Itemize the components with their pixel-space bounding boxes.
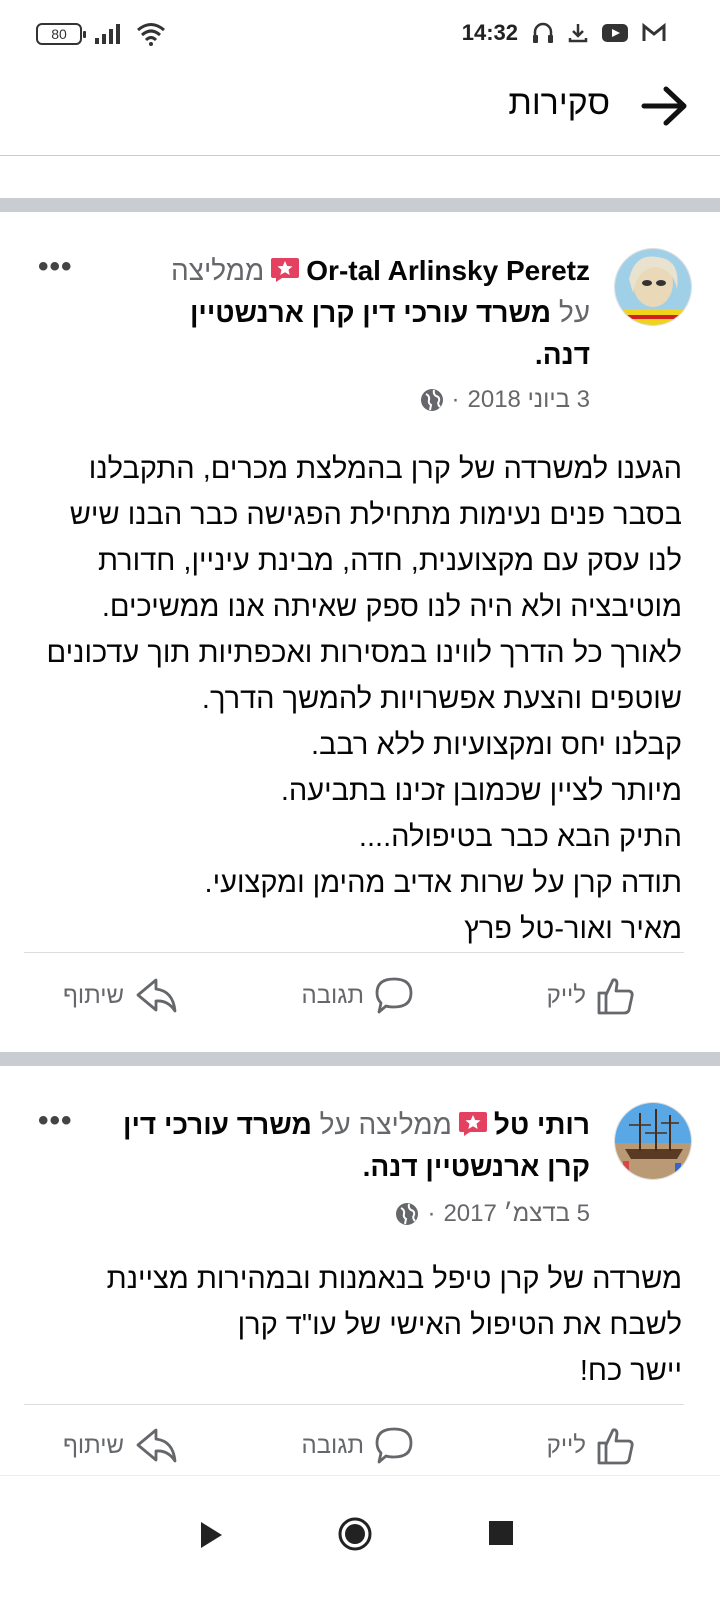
share-label: שיתוף — [62, 1432, 124, 1459]
status-bar-right-group: 14:32 — [462, 20, 666, 46]
star-badge-icon — [271, 258, 300, 282]
like-button[interactable]: לייק — [547, 976, 636, 1016]
post-body: משרדה של קרן טיפל בנאמנות ובמהירות מציינ… — [106, 1263, 682, 1387]
youtube-icon — [602, 24, 628, 42]
page-title: סקירות — [508, 84, 610, 122]
author-name[interactable]: Or-tal Arlinsky Peretz — [306, 255, 590, 286]
star-badge-icon — [458, 1112, 487, 1136]
section-divider — [0, 1052, 720, 1066]
globe-icon — [420, 389, 443, 411]
on-label: על — [558, 297, 590, 328]
comment-label: תגובה — [301, 982, 364, 1009]
avatar[interactable] — [614, 1102, 692, 1180]
status-bar-left-group: 80 — [36, 22, 166, 46]
clock: 14:32 — [461, 20, 518, 45]
home-circle-icon[interactable] — [337, 1516, 373, 1552]
gmail-icon — [642, 23, 666, 41]
headset-icon — [533, 22, 553, 43]
on-label: על — [319, 1109, 351, 1140]
recommends-label: ממליצה — [358, 1109, 452, 1140]
share-icon — [136, 1428, 177, 1463]
avatar[interactable] — [614, 248, 692, 326]
post-meta: 3 ביוני 2018 · — [420, 386, 590, 414]
download-icon — [568, 24, 588, 43]
review-post: Or-tal Arlinsky Peretz ממליצה על משרד עור… — [0, 212, 720, 1052]
signal-icon — [95, 24, 120, 44]
more-options-icon[interactable]: ••• — [38, 1104, 73, 1138]
like-label: לייק — [546, 982, 586, 1009]
page-link[interactable]: משרד עורכי דין קרן ארנשטיין דנה — [190, 297, 590, 370]
comment-button[interactable]: תגובה — [301, 976, 414, 1016]
post-actions: לייק תגובה שיתוף — [0, 1418, 720, 1478]
status-bar: 80 14:32 — [0, 0, 720, 70]
recommends-label: ממליצה — [170, 255, 265, 286]
author-name[interactable]: רותי טל — [494, 1109, 590, 1140]
battery-level: 80 — [51, 26, 67, 42]
review-post: רותי טלממליצה על משרד עורכי דין קרן ארנש… — [0, 1066, 720, 1475]
like-button[interactable]: לייק — [547, 1426, 636, 1466]
back-triangle-icon[interactable] — [198, 1520, 224, 1550]
comment-button[interactable]: תגובה — [301, 1426, 414, 1466]
post-body: הגענו למשרדה של קרן בהמלצת מכרים, התקבלנ… — [46, 453, 682, 945]
comment-icon — [375, 1427, 413, 1464]
post-header: רותי טלממליצה על משרד עורכי דין קרן ארנש… — [123, 1109, 590, 1182]
share-button[interactable]: שיתוף — [63, 976, 178, 1016]
app-header: סקירות — [0, 70, 720, 156]
system-navigation-bar — [0, 1475, 720, 1600]
post-meta: 5 בדצמ׳ 2017 · — [395, 1200, 590, 1228]
post-date[interactable]: 3 ביוני 2018 — [468, 386, 590, 414]
recents-square-icon[interactable] — [488, 1520, 514, 1546]
comment-label: תגובה — [301, 1432, 364, 1459]
comment-icon — [375, 977, 413, 1014]
post-actions: לייק תגובה שיתוף — [0, 968, 720, 1028]
arrow-right-icon[interactable] — [640, 84, 690, 128]
post-header: Or-tal Arlinsky Peretz ממליצה על משרד עור… — [170, 255, 590, 370]
battery-icon: 80 — [36, 23, 86, 45]
like-label: לייק — [546, 1432, 586, 1459]
thumbs-up-icon — [597, 978, 634, 1015]
post-separator — [24, 952, 684, 953]
globe-icon — [396, 1203, 419, 1225]
share-label: שיתוף — [62, 982, 124, 1009]
post-date[interactable]: 5 בדצמ׳ 2017 — [443, 1200, 590, 1228]
wifi-icon — [137, 23, 165, 46]
share-button[interactable]: שיתוף — [63, 1426, 178, 1466]
share-icon — [136, 978, 177, 1013]
post-separator — [24, 1404, 684, 1405]
more-options-icon[interactable]: ••• — [38, 250, 73, 284]
thumbs-up-icon — [597, 1428, 634, 1465]
section-divider — [0, 198, 720, 212]
